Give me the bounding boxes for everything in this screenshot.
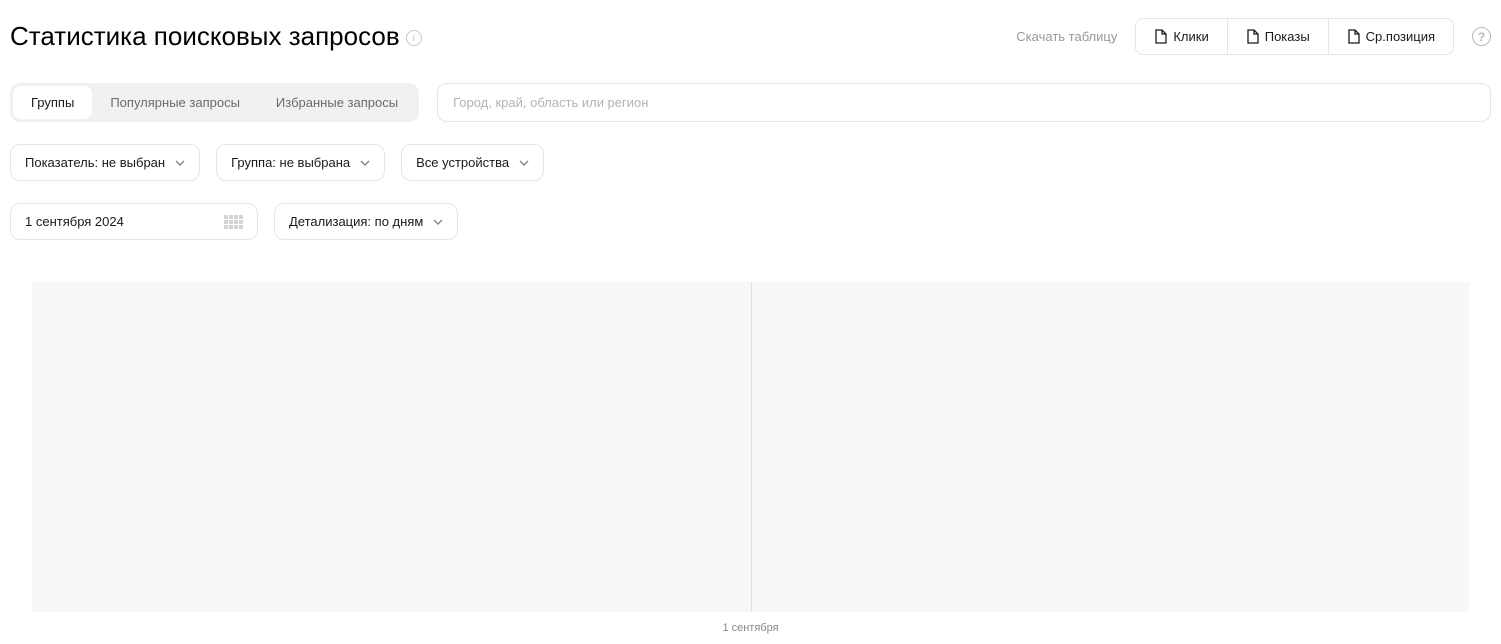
export-avgposition-button[interactable]: Ср.позиция <box>1328 19 1453 54</box>
chevron-down-icon <box>175 158 185 168</box>
tab-popular[interactable]: Популярные запросы <box>92 86 258 119</box>
chart-x-tick: 1 сентября <box>32 622 1469 634</box>
document-icon <box>1347 29 1360 44</box>
tab-favorites[interactable]: Избранные запросы <box>258 86 416 119</box>
filters-row: Группы Популярные запросы Избранные запр… <box>10 83 1491 122</box>
date-row: 1 сентября 2024 Детализация: по дням <box>10 203 1491 240</box>
chevron-down-icon <box>360 158 370 168</box>
tab-segment: Группы Популярные запросы Избранные запр… <box>10 83 419 122</box>
page-title: Статистика поисковых запросов <box>10 21 400 52</box>
info-icon[interactable]: i <box>406 30 422 46</box>
detail-select[interactable]: Детализация: по дням <box>274 203 458 240</box>
export-avgposition-label: Ср.позиция <box>1366 29 1435 44</box>
header-actions: Скачать таблицу Клики Показы <box>1016 18 1491 55</box>
group-select[interactable]: Группа: не выбрана <box>216 144 385 181</box>
chevron-down-icon <box>519 158 529 168</box>
export-impressions-button[interactable]: Показы <box>1227 19 1328 54</box>
chart-body <box>32 282 1469 612</box>
device-select[interactable]: Все устройства <box>401 144 544 181</box>
help-icon[interactable]: ? <box>1472 27 1491 46</box>
export-clicks-label: Клики <box>1173 29 1208 44</box>
header-row: Статистика поисковых запросов i Скачать … <box>10 0 1491 55</box>
tab-groups[interactable]: Группы <box>13 86 92 119</box>
metric-select[interactable]: Показатель: не выбран <box>10 144 200 181</box>
date-picker[interactable]: 1 сентября 2024 <box>10 203 258 240</box>
export-impressions-label: Показы <box>1265 29 1310 44</box>
group-select-label: Группа: не выбрана <box>231 155 350 170</box>
chevron-down-icon <box>433 217 443 227</box>
device-select-label: Все устройства <box>416 155 509 170</box>
chart-area: 1 сентября <box>10 282 1491 634</box>
controls-row: Показатель: не выбран Группа: не выбрана… <box>10 144 1491 181</box>
download-label: Скачать таблицу <box>1016 29 1117 44</box>
export-clicks-button[interactable]: Клики <box>1136 19 1226 54</box>
document-icon <box>1246 29 1259 44</box>
calendar-icon <box>224 215 243 229</box>
detail-select-label: Детализация: по дням <box>289 214 423 229</box>
export-button-group: Клики Показы Ср.позиция <box>1135 18 1454 55</box>
title-wrap: Статистика поисковых запросов i <box>10 21 422 52</box>
region-search-input[interactable] <box>437 83 1491 122</box>
date-picker-value: 1 сентября 2024 <box>25 214 124 229</box>
metric-select-label: Показатель: не выбран <box>25 155 165 170</box>
document-icon <box>1154 29 1167 44</box>
